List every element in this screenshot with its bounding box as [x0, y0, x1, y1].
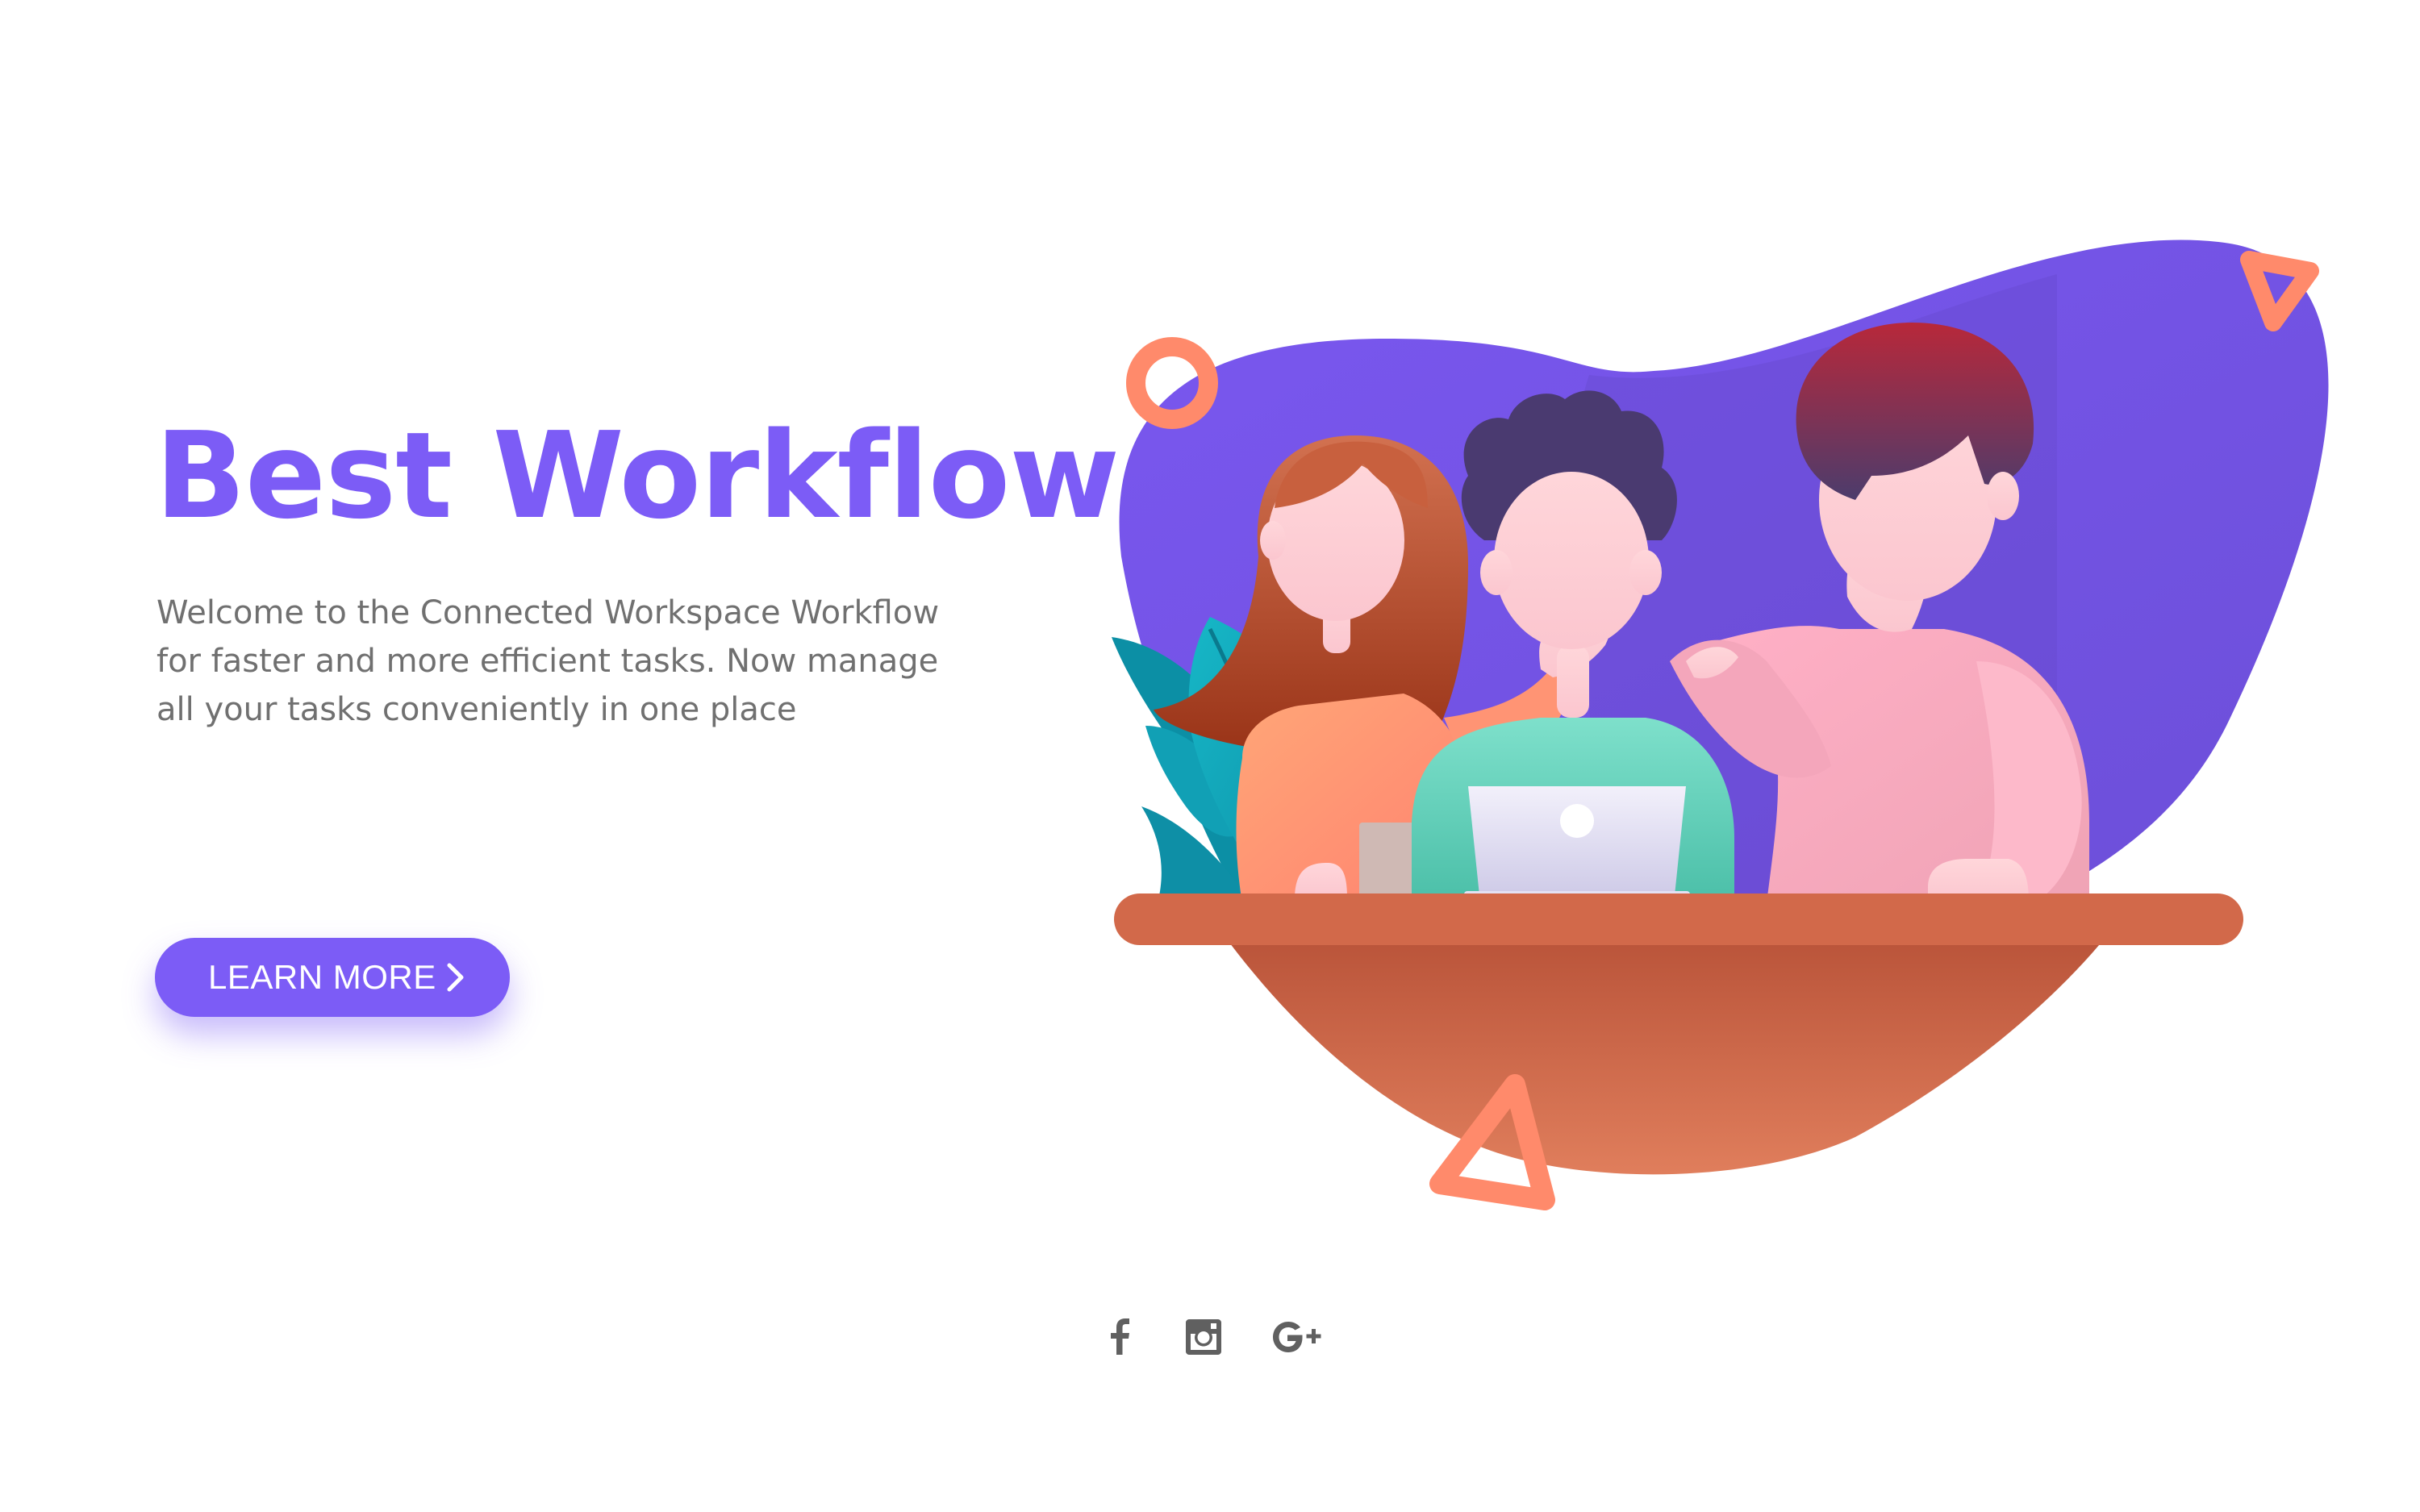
learn-more-button[interactable]: LEARN MORE [155, 938, 510, 1017]
hero-description: Welcome to the Connected Workspace Workf… [156, 594, 940, 728]
facebook-icon[interactable] [1095, 1313, 1144, 1361]
team-illustration [1112, 240, 2329, 1210]
instagram-icon[interactable] [1179, 1313, 1228, 1361]
learn-more-label: LEARN MORE [208, 958, 436, 996]
page-title: Best Workflow [155, 406, 1120, 545]
chevron-right-icon [447, 963, 464, 992]
google-plus-icon[interactable] [1262, 1313, 1327, 1361]
